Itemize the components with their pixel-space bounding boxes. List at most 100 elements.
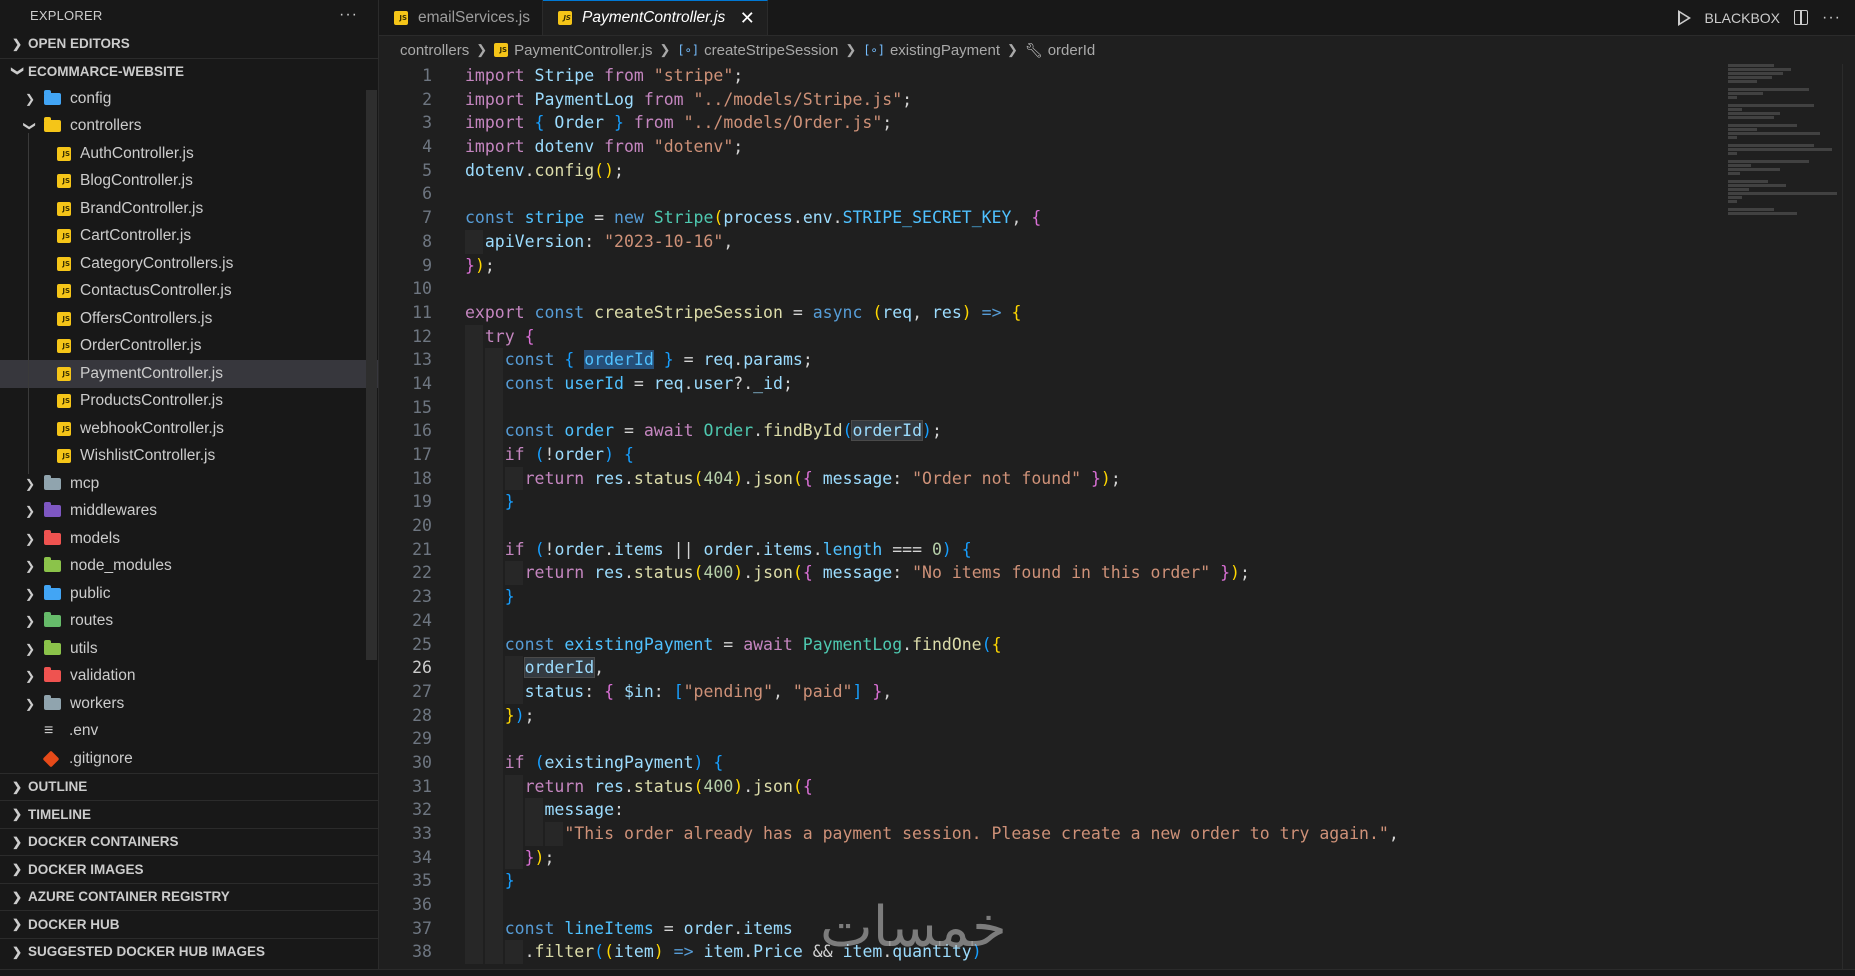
breadcrumb-function[interactable]: [∘] createStripeSession [677, 42, 838, 59]
code-line: 37 const lineItems = order.items [379, 916, 1729, 941]
minimap-line [1728, 76, 1772, 79]
tree-item-node-modules[interactable]: ❯ node_modules [0, 553, 378, 581]
chevron-right-icon: ❯ [12, 807, 23, 822]
tree-item-validation[interactable]: ❯ validation [0, 663, 378, 691]
section-outline[interactable]: ❯ OUTLINE [0, 772, 378, 801]
overview-ruler[interactable] [1842, 64, 1855, 976]
code-line: 31 return res.status(400).json({ [379, 774, 1729, 799]
code-line: 36 [379, 893, 1729, 917]
line-number: 12 [412, 326, 432, 346]
section-suggested-docker-hub-images[interactable]: ❯ SUGGESTED DOCKER HUB IMAGES [0, 937, 378, 966]
tree-item-workers[interactable]: ❯ workers [0, 690, 378, 718]
section-docker-images[interactable]: ❯ DOCKER IMAGES [0, 855, 378, 883]
code-line: 21 if (!order.items || order.items.lengt… [379, 537, 1729, 562]
run-button[interactable] [1677, 9, 1691, 26]
section-project[interactable]: ❯ ECOMMARCE-WEBSITE [0, 57, 378, 86]
tree-item-env[interactable]: ≡ .env [0, 718, 378, 746]
section-docker-hub[interactable]: ❯ DOCKER HUB [0, 910, 378, 938]
minimap-line [1728, 88, 1809, 91]
tree-item-authcontroller-js[interactable]: JS AuthController.js [0, 140, 378, 168]
tree-item-webhookcontroller-js[interactable]: JS webhookController.js [0, 415, 378, 443]
chevron-right-icon: ❯ [12, 779, 23, 794]
line-number: 24 [412, 610, 432, 630]
code-line: 7 const stripe = new Stripe(process.env.S… [379, 206, 1729, 230]
minimap-line [1728, 64, 1774, 67]
js-file-icon: JS [57, 256, 71, 271]
breadcrumb-variable[interactable]: [∘] existingPayment [863, 42, 1000, 59]
tree-item-label: BrandController.js [80, 199, 204, 217]
project-name: ECOMMARCE-WEBSITE [28, 64, 184, 80]
tree-item-productscontroller-js[interactable]: JS ProductsController.js [0, 388, 378, 416]
tree-item-gitignore[interactable]: .gitignore [0, 745, 378, 773]
section-label: TIMELINE [28, 806, 91, 822]
status-bar-edge [0, 969, 1855, 976]
tree-item-controllers[interactable]: ❯ controllers [0, 113, 378, 141]
code-line: 24 [379, 608, 1729, 633]
minimap[interactable] [1728, 64, 1843, 264]
code-line: 10 [379, 277, 1729, 301]
tree-item-wishlistcontroller-js[interactable]: JS WishlistController.js [0, 443, 378, 471]
tree-item-contactuscontroller-js[interactable]: JS ContactusController.js [0, 278, 378, 306]
code-line: 12 try { [379, 324, 1729, 349]
breadcrumb-property[interactable]: 🔧︎ orderId [1025, 42, 1095, 59]
tree-item-label: OffersControllers.js [80, 309, 213, 327]
chevron-right-icon: ❯ [12, 862, 23, 877]
js-file-icon: JS [57, 449, 71, 464]
tree-item-public[interactable]: ❯ public [0, 580, 378, 608]
section-timeline[interactable]: ❯ TIMELINE [0, 800, 378, 828]
split-editor-button[interactable] [1794, 10, 1809, 25]
tree-item-label: middlewares [70, 502, 158, 520]
tab-email-services[interactable]: JS emailServices.js [379, 0, 543, 35]
tree-item-cartcontroller-js[interactable]: JS CartController.js [0, 223, 378, 251]
tree-item-middlewares[interactable]: ❯ middlewares [0, 498, 378, 526]
section-azure-container-registry[interactable]: ❯ AZURE CONTAINER REGISTRY [0, 882, 378, 911]
chevron-down-icon: ❯ [11, 65, 25, 76]
chevron-right-icon: ❯ [12, 36, 23, 51]
tree-item-blogcontroller-js[interactable]: JS BlogController.js [0, 168, 378, 196]
close-icon[interactable]: ✕ [739, 8, 755, 29]
code-line: 14 const userId = req.user?._id; [379, 371, 1729, 396]
sidebar-scrollbar[interactable] [366, 90, 377, 660]
breadcrumb-folder[interactable]: controllers [400, 42, 469, 59]
chevron-right-icon: ❯ [12, 944, 23, 959]
tree-item-label: ContactusController.js [80, 282, 232, 300]
js-file-icon: JS [57, 284, 71, 299]
code-line: 18 return res.status(404).json({ message… [379, 466, 1729, 491]
line-number: 14 [412, 373, 432, 393]
line-number: 31 [412, 776, 432, 796]
code-line: 16 const order = await Order.findById(or… [379, 419, 1729, 443]
tree-item-categorycontrollers-js[interactable]: JS CategoryControllers.js [0, 250, 378, 278]
tree-item-label: AuthController.js [80, 144, 194, 162]
section-docker-containers[interactable]: ❯ DOCKER CONTAINERS [0, 827, 378, 856]
explorer-header: EXPLORER ··· [0, 0, 378, 30]
minimap-line [1728, 72, 1784, 75]
tree-item-config[interactable]: ❯ config [0, 85, 378, 113]
more-actions-button[interactable]: ··· [1822, 9, 1841, 27]
code-editor[interactable]: 1 import Stripe from "stripe"; 2 import Pa… [379, 64, 1729, 976]
more-actions-icon[interactable]: ··· [339, 6, 358, 24]
section-open-editors[interactable]: ❯ OPEN EDITORS [0, 30, 378, 58]
minimap-line [1728, 180, 1769, 183]
tree-item-utils[interactable]: ❯ utils [0, 635, 378, 663]
minimap-line [1728, 92, 1763, 95]
tree-item-paymentcontroller-js[interactable]: JS PaymentController.js [0, 360, 378, 388]
indent-guide [28, 133, 29, 474]
line-number: 10 [412, 279, 432, 299]
code-line: 34 }); [379, 845, 1729, 870]
line-number: 27 [412, 681, 432, 701]
tree-item-label: controllers [70, 117, 142, 135]
breadcrumb-file[interactable]: JS PaymentController.js [494, 42, 653, 59]
tree-item-ordercontroller-js[interactable]: JS OrderController.js [0, 333, 378, 361]
tab-payment-controller[interactable]: JS PaymentController.js ✕ [542, 0, 769, 35]
tree-item-models[interactable]: ❯ models [0, 525, 378, 553]
blackbox-button[interactable]: BLACKBOX [1705, 10, 1780, 26]
tree-item-offerscontrollers-js[interactable]: JS OffersControllers.js [0, 305, 378, 333]
tree-item-routes[interactable]: ❯ routes [0, 608, 378, 636]
tree-item-mcp[interactable]: ❯ mcp [0, 470, 378, 498]
js-file-icon: JS [557, 11, 572, 25]
tree-item-brandcontroller-js[interactable]: JS BrandController.js [0, 195, 378, 223]
tree-item-label: BlogController.js [80, 172, 193, 190]
line-number: 9 [422, 255, 432, 275]
line-number: 37 [412, 918, 432, 938]
code-line: 22 return res.status(400).json({ message… [379, 561, 1729, 586]
